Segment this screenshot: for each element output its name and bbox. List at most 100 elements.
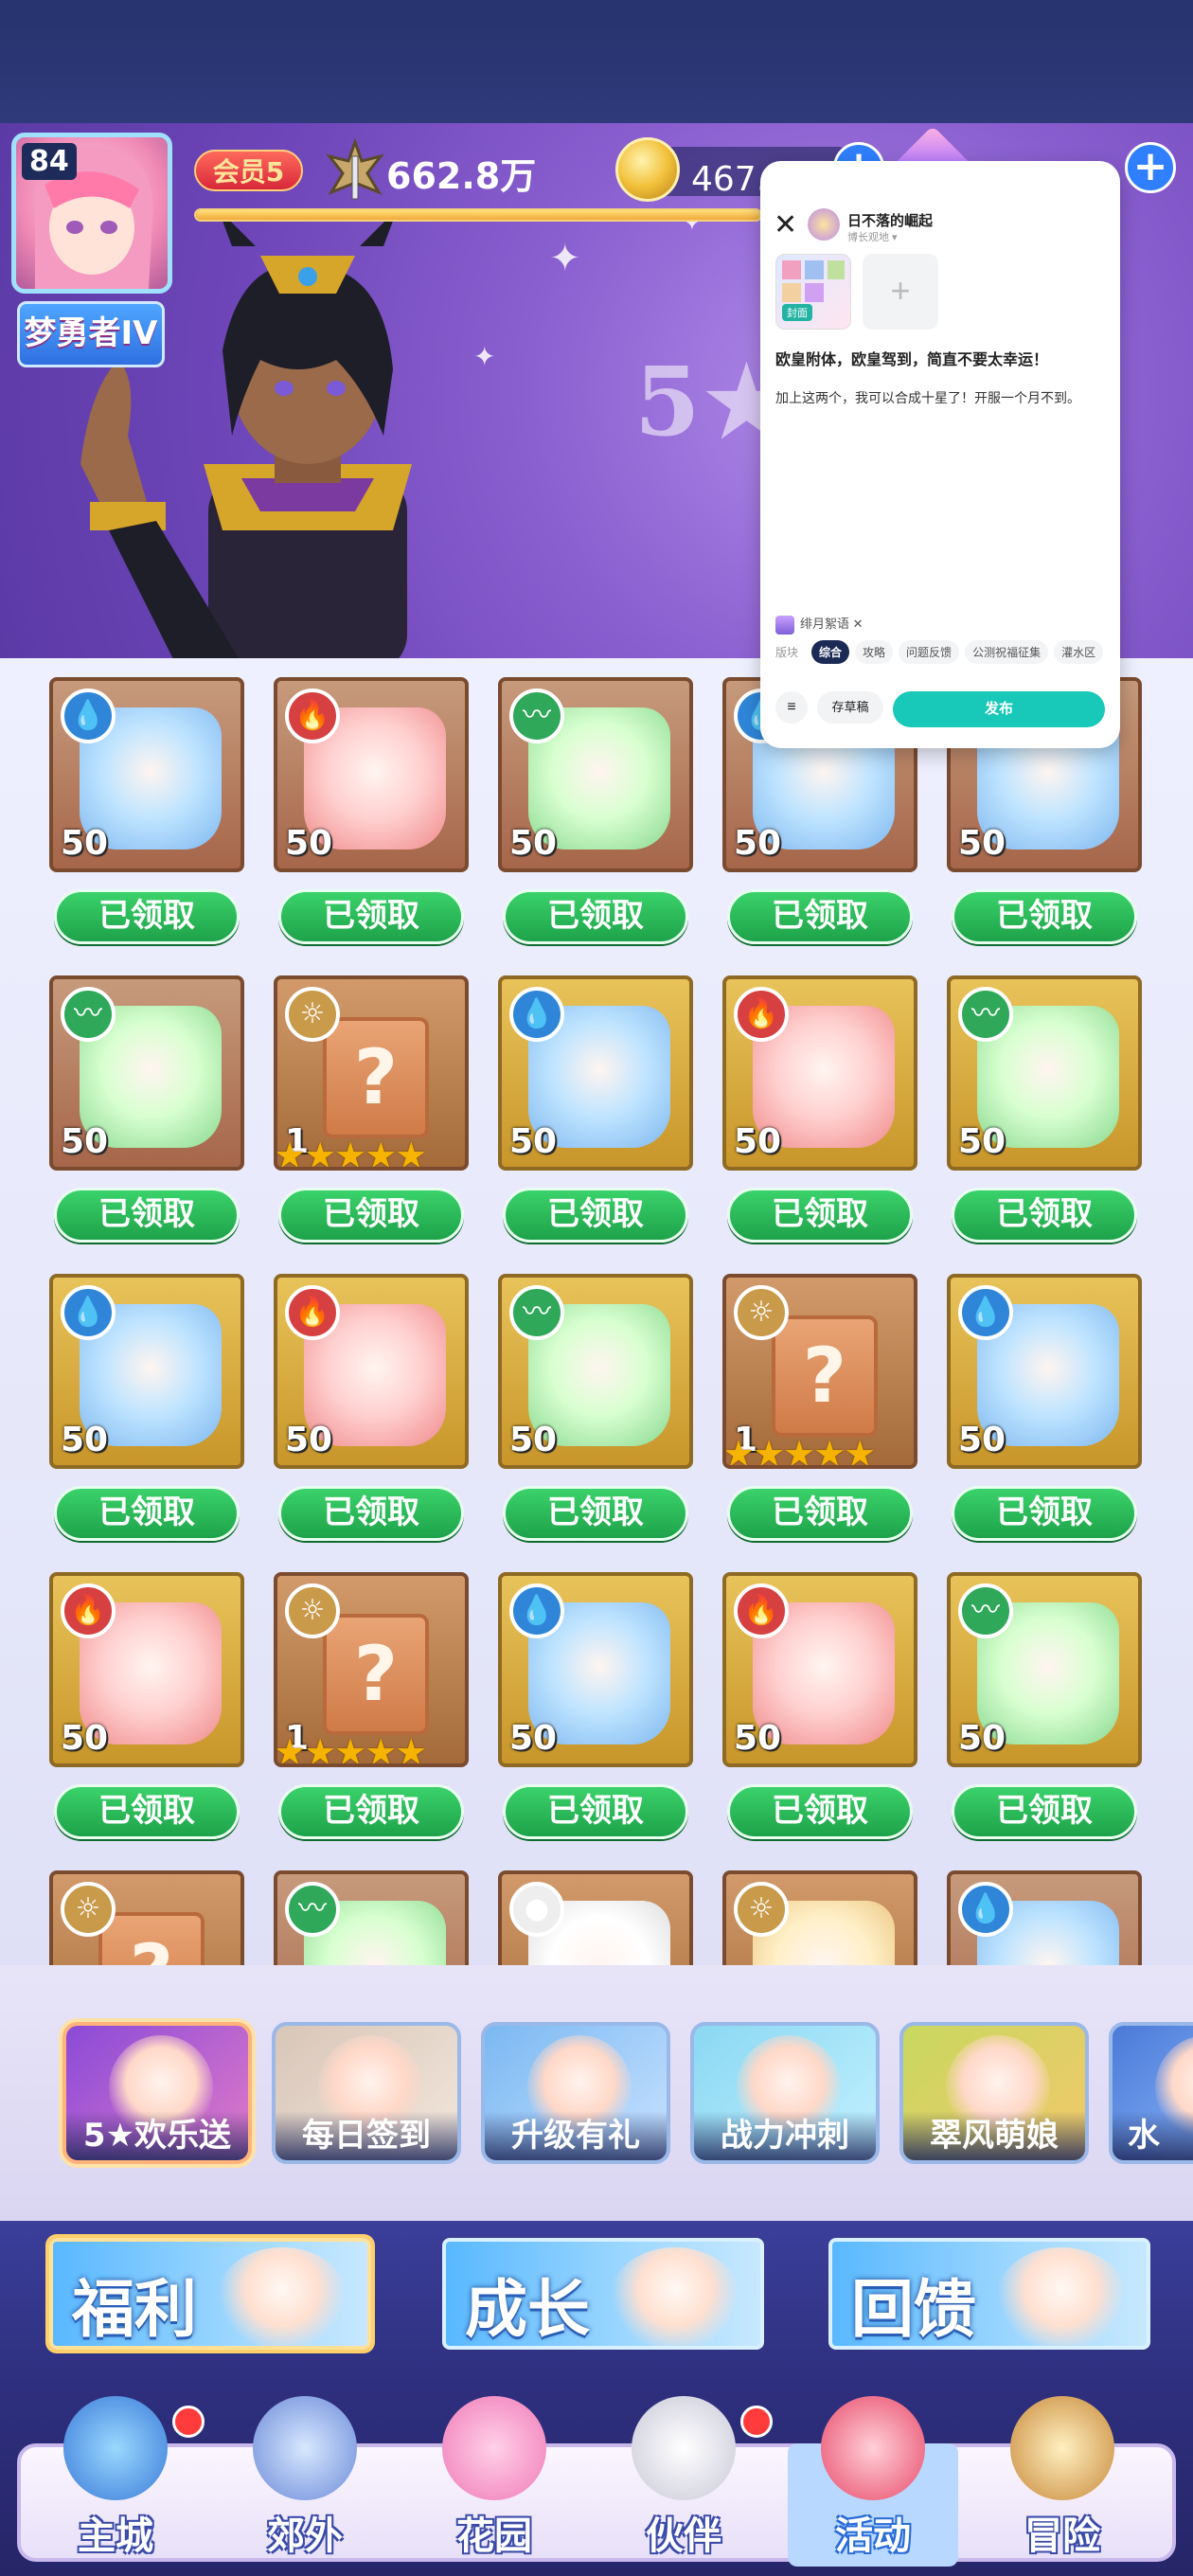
board-chips: 版块 综合 攻略 问题反馈 公测祝福征集 灌水区	[775, 640, 1109, 664]
reward-count: 50	[61, 1719, 109, 1758]
user-subtitle[interactable]: 博长观地 ▾	[847, 229, 898, 244]
reward-count: 50	[285, 824, 333, 863]
claimed-button[interactable]: 已领取	[278, 1486, 464, 1541]
remove-circle-icon[interactable]: ✕	[853, 617, 864, 631]
reward-card[interactable]: 🔥 50	[722, 1572, 917, 1767]
reward-cell: 💧 50 已领取	[49, 1274, 244, 1541]
reward-card[interactable]: 〰 50	[947, 1572, 1142, 1767]
reward-cell: ? ☼ 1 ★★★★★ 已领取	[722, 1274, 917, 1541]
claimed-button[interactable]: 已领取	[278, 1784, 464, 1839]
nav-item[interactable]: 花园	[400, 2387, 589, 2576]
claimed-button[interactable]: 已领取	[503, 889, 688, 944]
claimed-button[interactable]: 已领取	[727, 1784, 913, 1839]
reward-count: 50	[958, 824, 1006, 863]
reward-count: 50	[734, 824, 782, 863]
claimed-button[interactable]: 已领取	[54, 1188, 240, 1243]
category-button[interactable]: 回馈	[828, 2238, 1150, 2350]
claimed-button[interactable]: 已领取	[54, 1784, 240, 1839]
claimed-button[interactable]: 已领取	[503, 1486, 688, 1541]
reward-card[interactable]: 〰 50	[498, 677, 693, 872]
board-chip[interactable]: 公测祝福征集	[965, 640, 1049, 664]
post-title[interactable]: 欧皇附体，欧皇驾到，简直不要太幸运！	[775, 347, 1048, 369]
board-chip[interactable]: 问题反馈	[899, 640, 960, 664]
board-chip[interactable]: 攻略	[855, 640, 894, 664]
reward-card[interactable]: 〰 50	[49, 975, 244, 1171]
reward-card[interactable]: ? ☼ 1 ★★★★★	[274, 1572, 469, 1767]
reward-card[interactable]: 💧 50	[498, 1572, 693, 1767]
gold-coin-icon	[615, 137, 680, 202]
reward-card[interactable]: 〰 50	[498, 1274, 693, 1469]
event-tab-label: 战力冲刺	[694, 2111, 876, 2160]
claimed-button[interactable]: 已领取	[727, 1486, 913, 1541]
reward-card[interactable]: ☼	[722, 1870, 917, 1965]
circle-selector[interactable]: 绯月絮语 ✕	[775, 614, 864, 635]
wind-element-icon: 〰	[958, 987, 1013, 1042]
light-element-icon: ☼	[61, 1882, 116, 1937]
event-tab[interactable]: 翠风萌娘	[899, 2022, 1089, 2164]
event-tab[interactable]: 升级有礼	[481, 2022, 670, 2164]
reward-card[interactable]: 💧 50	[49, 677, 244, 872]
claimed-button[interactable]: 已领取	[278, 1188, 464, 1243]
add-image-button[interactable]: +	[863, 254, 938, 330]
category-button[interactable]: 成长	[442, 2238, 764, 2350]
nav-item[interactable]: 冒险	[968, 2387, 1157, 2576]
post-body[interactable]: 加上这两个，我可以合成十星了！开服一个月不到。	[775, 388, 1107, 407]
reward-card[interactable]: 〰 50	[947, 975, 1142, 1171]
fire-element-icon: 🔥	[734, 987, 789, 1042]
nav-item[interactable]: 活动	[778, 2387, 968, 2576]
notification-dot	[740, 2406, 773, 2438]
event-tab[interactable]: 5★欢乐送	[62, 2022, 252, 2164]
publish-button[interactable]: 发布	[893, 691, 1105, 727]
reward-card[interactable]: 🔥 50	[274, 1274, 469, 1469]
attached-image[interactable]: 封面	[775, 254, 851, 330]
claimed-button[interactable]: 已领取	[54, 889, 240, 944]
claimed-button[interactable]: 已领取	[952, 1188, 1137, 1243]
reward-card[interactable]: 💧 50	[947, 1274, 1142, 1469]
claimed-button[interactable]: 已领取	[503, 1188, 688, 1243]
nav-item[interactable]: 伙伴	[589, 2387, 778, 2576]
nav-item[interactable]: 主城	[21, 2387, 210, 2576]
player-level: 84	[22, 143, 77, 180]
reward-card[interactable]: 🔥 50	[274, 677, 469, 872]
user-avatar[interactable]	[808, 208, 840, 241]
reward-card[interactable]: ? ☼ 1 ★★★★★	[274, 975, 469, 1171]
player-avatar[interactable]: 84	[11, 133, 172, 294]
claimed-button[interactable]: 已领取	[952, 1784, 1137, 1839]
gift-icon	[821, 2396, 925, 2500]
event-tab[interactable]: 每日签到	[272, 2022, 461, 2164]
claimed-button[interactable]: 已领取	[503, 1784, 688, 1839]
reward-card[interactable]: 💧 50	[49, 1274, 244, 1469]
claimed-button[interactable]: 已领取	[727, 889, 913, 944]
close-icon[interactable]: ✕	[774, 208, 797, 242]
reward-card[interactable]: ?☼	[49, 1870, 244, 1965]
rank-badge[interactable]: 梦勇者IV	[17, 301, 165, 367]
reward-count: 50	[734, 1719, 782, 1758]
format-icon[interactable]: ≡	[775, 691, 808, 724]
board-chip[interactable]: 灌水区	[1054, 640, 1104, 664]
category-button[interactable]: 福利	[49, 2238, 371, 2350]
reward-card[interactable]: ●	[498, 1870, 693, 1965]
event-tab[interactable]: 水	[1109, 2022, 1193, 2164]
reward-card[interactable]: 🔥 50	[722, 975, 917, 1171]
reward-grid: 💧50已领取🔥50已领取〰50已领取💧50已领取💧50已领取〰50已领取?☼1★…	[0, 658, 1193, 1965]
claimed-button[interactable]: 已领取	[54, 1486, 240, 1541]
board-chip[interactable]: 综合	[811, 640, 850, 664]
reward-card[interactable]: 🔥 50	[49, 1572, 244, 1767]
reward-card[interactable]: 〰	[274, 1870, 469, 1965]
vip-badge[interactable]: 会员5	[194, 150, 303, 191]
reward-cell: 〰 50 已领取	[947, 975, 1142, 1243]
add-gems-button[interactable]: +	[1125, 142, 1176, 193]
claimed-button[interactable]: 已领取	[278, 889, 464, 944]
event-tab[interactable]: 战力冲刺	[690, 2022, 880, 2164]
wind-element-icon: 〰	[285, 1882, 340, 1937]
reward-card[interactable]: ? ☼ 1 ★★★★★	[722, 1274, 917, 1469]
claimed-button[interactable]: 已领取	[952, 889, 1137, 944]
claimed-button[interactable]: 已领取	[727, 1188, 913, 1243]
save-draft-button[interactable]: 存草稿	[817, 691, 883, 724]
reward-card[interactable]: 💧 50	[498, 975, 693, 1171]
claimed-button[interactable]: 已领取	[952, 1486, 1137, 1541]
nav-item[interactable]: 郊外	[210, 2387, 400, 2576]
mystery-card-icon: ?	[323, 1017, 429, 1138]
reward-card[interactable]: 💧	[947, 1870, 1142, 1965]
nav-label: 活动	[835, 2514, 911, 2558]
